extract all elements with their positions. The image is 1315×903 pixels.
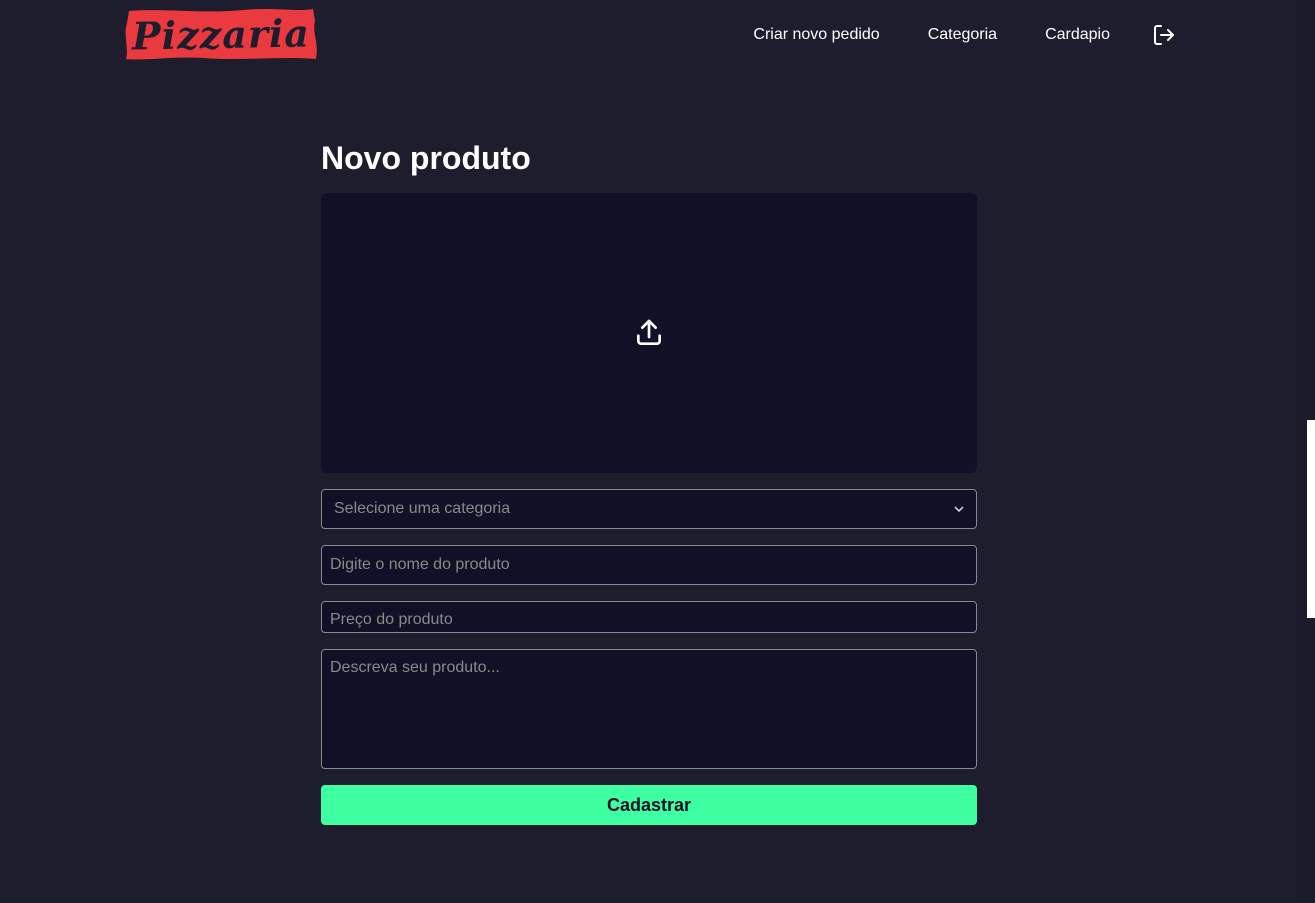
logout-icon (1154, 25, 1174, 45)
product-price-placeholder: Preço do produto (330, 611, 453, 628)
scrollbar-gap (1307, 420, 1315, 618)
product-form: Novo produto Selecione uma categoria Pre… (321, 138, 977, 825)
chevron-down-icon (954, 506, 964, 513)
cadastrar-button[interactable]: Cadastrar (321, 785, 977, 825)
logout-button[interactable] (1152, 23, 1176, 47)
image-upload-area[interactable] (321, 193, 977, 473)
logo[interactable]: Pizzaria (123, 7, 319, 62)
nav-link-cardapio[interactable]: Cardapio (1045, 24, 1110, 46)
nav-link-criar-novo-pedido[interactable]: Criar novo pedido (753, 24, 879, 46)
product-price-input[interactable]: Preço do produto (321, 601, 977, 633)
product-description-textarea[interactable] (321, 649, 977, 769)
logo-text: Pizzaria (131, 10, 311, 59)
product-name-input[interactable] (321, 545, 977, 585)
nav-link-categoria[interactable]: Categoria (928, 24, 997, 46)
category-select-label: Selecione uma categoria (334, 500, 511, 517)
header: Pizzaria Criar novo pedido Categoria Car… (0, 0, 1297, 72)
scrollbar[interactable] (1297, 0, 1315, 903)
nav: Criar novo pedido Categoria Cardapio (753, 24, 1176, 46)
upload-icon (637, 319, 661, 345)
page: Pizzaria Criar novo pedido Categoria Car… (0, 0, 1315, 903)
page-title: Novo produto (321, 140, 531, 176)
category-select[interactable]: Selecione uma categoria (321, 489, 977, 529)
